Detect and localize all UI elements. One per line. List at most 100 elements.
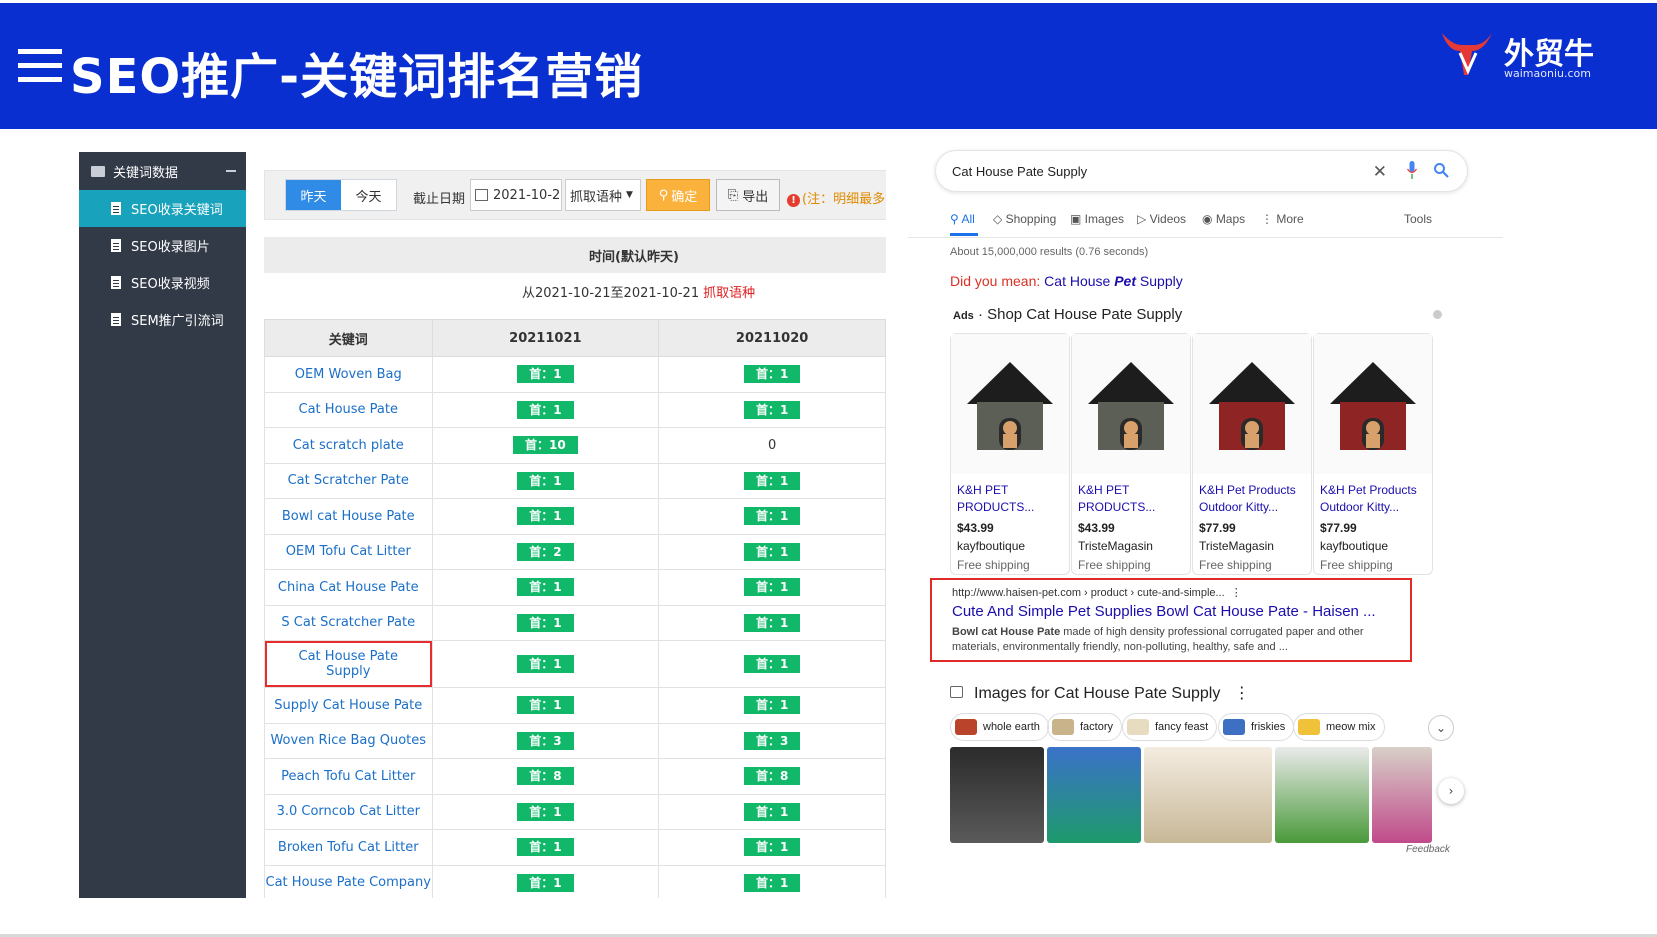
document-icon	[111, 276, 121, 289]
rank-badge: 首：8	[517, 767, 574, 786]
organic-result-highlighted[interactable]: http://www.haisen-pet.com › product › cu…	[930, 578, 1412, 662]
product-card[interactable]: K&H PET PRODUCTS... $43.99 TristeMagasin…	[1071, 333, 1191, 575]
search-icon[interactable]	[1433, 162, 1449, 178]
confirm-button[interactable]: ⚲ 确定	[646, 179, 710, 211]
tab-more[interactable]: ⋮ More	[1261, 212, 1304, 226]
product-card[interactable]: K&H Pet Products Outdoor Kitty... $77.99…	[1192, 333, 1312, 575]
chip-friskies[interactable]: friskies	[1218, 713, 1295, 741]
rank-badge: 首：1	[743, 542, 801, 561]
keyword-cell[interactable]: Broken Tofu Cat Litter	[264, 829, 433, 866]
keyword-cell[interactable]: Cat House Pate Supply	[264, 640, 433, 688]
cat-house-image	[1314, 334, 1432, 474]
feedback-link[interactable]: Feedback	[1406, 844, 1450, 855]
tab-shopping[interactable]: ◇ Shopping	[993, 212, 1056, 226]
image-thumbnail[interactable]	[1144, 747, 1272, 843]
image-thumbnail[interactable]	[1047, 747, 1141, 843]
result-title-link[interactable]: Cute And Simple Pet Supplies Bowl Cat Ho…	[952, 603, 1376, 620]
export-button[interactable]: ⎘ 导出	[716, 179, 780, 211]
result-snippet: Bowl cat House Pate made of high density…	[952, 626, 1364, 653]
image-thumbnail[interactable]	[950, 747, 1044, 843]
tab-images[interactable]: ▣ Images	[1070, 212, 1124, 226]
tab-videos[interactable]: ▷ Videos	[1137, 212, 1186, 226]
chip-fancy-feast[interactable]: fancy feast	[1122, 713, 1218, 741]
sidebar-item-seo-keywords[interactable]: SEO收录关键词	[79, 190, 246, 227]
date-value: 2021-10-21	[493, 187, 562, 203]
chevron-right-icon[interactable]: ›	[1438, 778, 1464, 804]
tab-all[interactable]: ⚲ All	[950, 212, 975, 226]
microphone-icon[interactable]	[1407, 161, 1417, 179]
rank-cell: 首：1	[431, 864, 660, 898]
rank-badge: 首：1	[517, 365, 574, 384]
keyword-cell[interactable]: OEM Woven Bag	[264, 356, 433, 393]
rank-badge: 首：1	[517, 838, 574, 857]
keyword-cell[interactable]: OEM Tofu Cat Litter	[264, 533, 433, 570]
product-shipping: Free shipping	[1199, 558, 1272, 572]
keyword-cell[interactable]: S Cat Scratcher Pate	[264, 604, 433, 641]
keyword-cell[interactable]: Bowl cat House Pate	[264, 498, 433, 535]
today-button[interactable]: 今天	[341, 180, 396, 210]
rank-value: 0	[767, 437, 777, 453]
product-card[interactable]: K&H Pet Products Outdoor Kitty... $77.99…	[1313, 333, 1433, 575]
table-row: Cat House Pate 首：1 首：1	[264, 391, 886, 428]
column-header-date1: 20211021	[431, 319, 660, 357]
waimaoniu-logo: 外贸牛 waimaoniu.com	[1438, 27, 1618, 80]
image-thumbnail[interactable]	[1275, 747, 1369, 843]
sidebar-header[interactable]: 关键词数据	[79, 152, 246, 190]
language-select[interactable]: 抓取语种 ▼	[565, 179, 641, 211]
table-row: Woven Rice Bag Quotes 首：3 首：3	[264, 722, 886, 759]
sidebar-item-sem-terms[interactable]: SEM推广引流词	[79, 301, 246, 338]
chip-meow-mix[interactable]: meow mix	[1293, 713, 1385, 741]
sidebar-item-label: SEO收录关键词	[131, 203, 223, 218]
date-range-text: 从2021-10-21至2021-10-21	[522, 285, 700, 301]
rank-cell: 首：1	[431, 569, 660, 606]
date-input[interactable]: 2021-10-21	[470, 179, 562, 211]
product-card[interactable]: K&H PET PRODUCTS... $43.99 kayfboutique …	[950, 333, 1070, 575]
clear-icon[interactable]: ✕	[1373, 162, 1387, 182]
tab-tools[interactable]: Tools	[1404, 212, 1432, 226]
chip-factory[interactable]: factory	[1047, 713, 1123, 741]
product-title[interactable]: K&H Pet Products Outdoor Kitty...	[1320, 482, 1428, 516]
keyword-cell[interactable]: 3.0 Corncob Cat Litter	[264, 793, 433, 830]
sidebar-item-seo-videos[interactable]: SEO收录视频	[79, 264, 246, 301]
rank-badge: 首：1	[743, 507, 801, 526]
keyword-cell[interactable]: Cat House Pate Company	[264, 864, 433, 898]
sidebar: 关键词数据 SEO收录关键词 SEO收录图片 SEO收录视频 SEM推广引流词	[79, 152, 246, 898]
table-row: Broken Tofu Cat Litter 首：1 首：1	[264, 829, 886, 866]
rank-badge: 首：1	[743, 613, 801, 632]
keyword-cell[interactable]: Cat Scratcher Pate	[264, 462, 433, 499]
product-title[interactable]: K&H PET PRODUCTS...	[957, 482, 1065, 516]
alert-icon: !	[787, 194, 800, 207]
result-url: http://www.haisen-pet.com › product › cu…	[952, 587, 1242, 599]
product-seller: kayfboutique	[957, 539, 1026, 553]
rank-cell: 首：10	[431, 427, 660, 464]
table-row: Supply Cat House Pate 首：1 首：1	[264, 687, 886, 724]
product-title[interactable]: K&H PET PRODUCTS...	[1078, 482, 1186, 516]
chip-whole-earth[interactable]: whole earth	[950, 713, 1049, 741]
document-icon	[111, 239, 121, 252]
menu-icon	[18, 49, 62, 83]
keyword-cell[interactable]: Peach Tofu Cat Litter	[264, 758, 433, 795]
yesterday-button[interactable]: 昨天	[286, 180, 341, 210]
image-thumbnail[interactable]	[1372, 747, 1432, 843]
keyword-cell[interactable]: Supply Cat House Pate	[264, 687, 433, 724]
keyword-cell[interactable]: China Cat House Pate	[264, 569, 433, 606]
sidebar-item-label: SEM推广引流词	[131, 314, 224, 329]
chevron-down-icon[interactable]: ⌄	[1428, 715, 1454, 741]
search-input[interactable]: Cat House Pate Supply ✕	[935, 150, 1468, 192]
ads-header: Ads · Shop Cat House Pate Supply	[953, 306, 1183, 323]
collapse-icon[interactable]	[226, 170, 236, 172]
language-link[interactable]: 抓取语种	[703, 282, 755, 301]
table-row: Cat scratch plate 首：10 0	[264, 427, 886, 464]
spelling-suggestion-link[interactable]: Cat House Pet Supply	[1044, 273, 1183, 289]
rank-cell: 首：1	[658, 793, 886, 830]
keyword-cell[interactable]: Cat scratch plate	[264, 427, 433, 464]
tab-maps[interactable]: ◉ Maps	[1202, 212, 1245, 226]
rank-badge: 首：10	[513, 436, 578, 455]
google-search-results: Cat House Pate Supply ✕ ⚲ All ◇ Shopping…	[908, 140, 1503, 900]
keyword-cell[interactable]: Cat House Pate	[264, 391, 433, 428]
info-icon[interactable]	[1433, 310, 1442, 319]
rank-badge: 首：1	[517, 696, 574, 715]
sidebar-item-seo-images[interactable]: SEO收录图片	[79, 227, 246, 264]
product-title[interactable]: K&H Pet Products Outdoor Kitty...	[1199, 482, 1307, 516]
keyword-cell[interactable]: Woven Rice Bag Quotes	[264, 722, 433, 759]
